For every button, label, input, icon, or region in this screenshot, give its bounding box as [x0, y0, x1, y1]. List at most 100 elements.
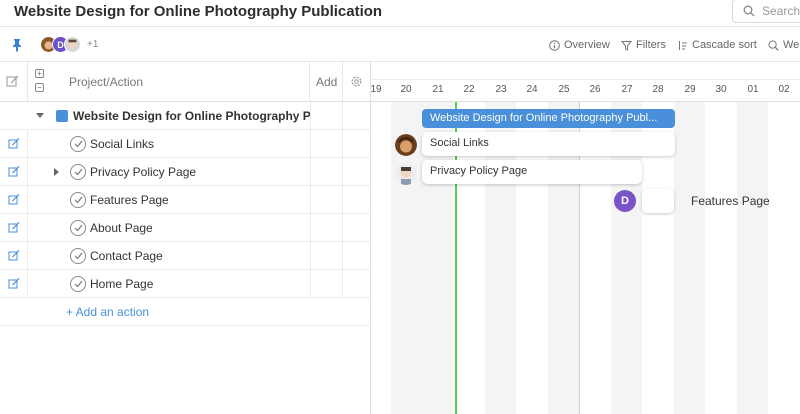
day-label: 25: [558, 84, 570, 95]
add-cell[interactable]: [310, 270, 343, 298]
task-label[interactable]: Social Links: [90, 137, 154, 151]
toolbar: D +1 Overview Filters Cascade sort We: [0, 28, 800, 62]
project-bar[interactable]: Website Design for Online Photography Pu…: [422, 109, 675, 128]
edit-icon[interactable]: [8, 138, 20, 150]
day-label: 20: [400, 84, 412, 95]
check-icon: [74, 196, 82, 204]
day-label: 30: [715, 84, 727, 95]
edit-icon[interactable]: [8, 194, 20, 206]
task-checkbox[interactable]: [70, 276, 86, 292]
edit-cell[interactable]: [0, 270, 28, 298]
timeline-header: 19 20 21 22 23 24 25 26 27 28 29 30 01 0…: [371, 62, 800, 102]
edit-cell[interactable]: [0, 158, 28, 186]
add-cell[interactable]: [310, 102, 343, 130]
check-icon: [74, 280, 82, 288]
day-label: 22: [463, 84, 475, 95]
assignee-avatar[interactable]: [395, 163, 417, 185]
page-header: Website Design for Online Photography Pu…: [0, 0, 800, 27]
day-label: 23: [495, 84, 507, 95]
task-label[interactable]: Contact Page: [90, 249, 163, 263]
add-cell[interactable]: [310, 130, 343, 158]
check-icon: [74, 252, 82, 260]
expand-all-icon[interactable]: +: [35, 69, 44, 78]
task-label[interactable]: Home Page: [90, 277, 153, 291]
gear-icon: [351, 76, 362, 87]
assignee-avatar[interactable]: D: [614, 190, 636, 212]
task-row[interactable]: Privacy Policy Page: [0, 158, 370, 186]
gantt-bar-social-links[interactable]: Social Links: [422, 132, 675, 156]
day-label: 26: [589, 84, 601, 95]
zoom-icon: [768, 40, 779, 51]
task-checkbox[interactable]: [70, 220, 86, 236]
caret-right-icon[interactable]: [54, 168, 60, 176]
gantt-bar-privacy-policy[interactable]: Privacy Policy Page: [422, 160, 642, 184]
day-label: 21: [432, 84, 444, 95]
search-icon: [743, 5, 755, 17]
project-column-label: Project/Action: [69, 75, 144, 89]
edit-column-header: [0, 62, 28, 102]
timeline-month-strip: [371, 62, 800, 80]
weekend-stripe: [737, 102, 768, 414]
edit-icon[interactable]: [8, 166, 20, 178]
caret-down-icon[interactable]: [36, 113, 44, 119]
task-checkbox[interactable]: [70, 164, 86, 180]
pin-icon[interactable]: [11, 38, 23, 57]
task-checkbox[interactable]: [70, 136, 86, 152]
edit-cell[interactable]: [0, 242, 28, 270]
task-checkbox[interactable]: [70, 192, 86, 208]
day-label: 27: [621, 84, 633, 95]
assignee-avatar[interactable]: [395, 134, 417, 156]
collapse-all-icon[interactable]: −: [35, 83, 44, 92]
add-column-header[interactable]: Add: [310, 62, 343, 102]
add-cell[interactable]: [310, 158, 343, 186]
gantt-bar-features-page[interactable]: [642, 189, 674, 213]
avatar: [64, 36, 81, 53]
search-box[interactable]: Search: [732, 0, 800, 23]
project-color-icon: [56, 110, 68, 122]
edit-cell[interactable]: [0, 214, 28, 242]
overview-button[interactable]: Overview: [549, 39, 610, 51]
project-name[interactable]: Website Design for Online Photography Pu: [73, 109, 311, 123]
task-row[interactable]: Features Page: [0, 186, 370, 214]
day-label: 01: [747, 84, 759, 95]
add-cell[interactable]: [310, 242, 343, 270]
edit-icon[interactable]: [8, 278, 20, 290]
project-column-header: + − Project/Action: [28, 62, 310, 102]
day-label: 28: [652, 84, 664, 95]
more-members-count[interactable]: +1: [87, 39, 98, 50]
member-avatars[interactable]: D +1: [40, 36, 98, 53]
task-checkbox[interactable]: [70, 248, 86, 264]
check-icon: [74, 224, 82, 232]
edit-icon[interactable]: [8, 222, 20, 234]
task-label[interactable]: About Page: [90, 221, 153, 235]
day-label: 24: [526, 84, 538, 95]
project-row[interactable]: Website Design for Online Photography Pu: [0, 102, 370, 130]
task-label[interactable]: Privacy Policy Page: [90, 165, 196, 179]
day-label: 19: [370, 84, 382, 95]
check-icon: [74, 140, 82, 148]
cascade-sort-button[interactable]: Cascade sort: [677, 39, 757, 51]
weekend-stripe: [674, 102, 705, 414]
task-row[interactable]: About Page: [0, 214, 370, 242]
page-title: Website Design for Online Photography Pu…: [14, 3, 383, 20]
settings-column-header[interactable]: [343, 62, 370, 102]
task-label[interactable]: Features Page: [90, 193, 169, 207]
add-action-link[interactable]: + Add an action: [66, 305, 149, 319]
grid-header: + − Project/Action Add: [0, 62, 370, 102]
zoom-button[interactable]: We: [768, 39, 799, 51]
info-icon: [549, 39, 560, 51]
task-row[interactable]: Home Page: [0, 270, 370, 298]
add-cell[interactable]: [310, 186, 343, 214]
edit-cell[interactable]: [0, 186, 28, 214]
filters-button[interactable]: Filters: [621, 39, 666, 51]
add-cell[interactable]: [310, 214, 343, 242]
task-row[interactable]: Social Links: [0, 130, 370, 158]
task-row[interactable]: Contact Page: [0, 242, 370, 270]
day-label: 02: [778, 84, 790, 95]
search-placeholder: Search: [762, 4, 800, 18]
task-list: Website Design for Online Photography Pu…: [0, 102, 370, 326]
check-icon: [74, 168, 82, 176]
edit-icon[interactable]: [8, 250, 20, 262]
gantt-chart: 19 20 21 22 23 24 25 26 27 28 29 30 01 0…: [370, 62, 800, 414]
edit-cell[interactable]: [0, 130, 28, 158]
